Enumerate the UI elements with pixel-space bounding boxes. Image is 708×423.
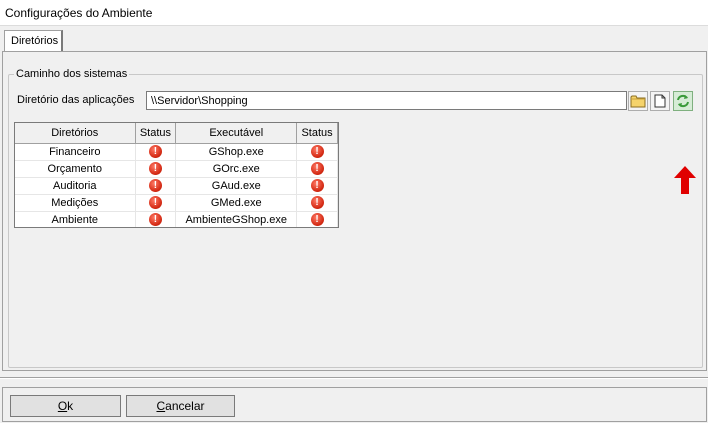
tab-panel-diretorios: Caminho dos sistemas Diretório das aplic… [2,51,707,371]
cell-executavel: GAud.exe [175,177,298,195]
systems-grid[interactable]: Diretórios Status Executável Status Fina… [14,122,339,228]
ok-mnemonic: O [57,399,68,413]
tab-strip: Diretórios [0,27,708,52]
title-bar: Configurações do Ambiente [0,2,708,26]
browse-folder-button[interactable] [628,91,648,111]
column-header-status[interactable]: Status [135,123,177,144]
error-icon: ! [148,213,162,226]
error-icon: ! [310,213,324,226]
cell-executavel: GMed.exe [175,194,298,212]
column-header-executavel[interactable]: Executável [175,123,298,144]
cell-executavel: AmbienteGShop.exe [175,211,298,227]
ok-button[interactable]: Ok [10,395,121,417]
error-icon: ! [310,179,324,192]
cancel-label-rest: ancelar [165,399,205,413]
refresh-icon [677,94,689,108]
cell-diretorio: Financeiro [15,143,136,161]
table-row[interactable]: Medições ! GMed.exe ! [15,194,338,212]
arrow-up-icon [674,166,696,194]
cell-diretorio: Ambiente [15,211,136,227]
window-title: Configurações do Ambiente [5,6,153,20]
table-header-row: Diretórios Status Executável Status [15,123,338,144]
dir-label: Diretório das aplicações [17,94,135,106]
error-icon: ! [310,145,324,158]
column-header-diretorios[interactable]: Diretórios [15,123,136,144]
cell-executavel: GShop.exe [175,143,298,161]
cell-diretorio: Auditoria [15,177,136,195]
error-icon: ! [310,196,324,209]
table-row[interactable]: Auditoria ! GAud.exe ! [15,177,338,195]
table-row[interactable]: Financeiro ! GShop.exe ! [15,143,338,161]
error-icon: ! [148,162,162,175]
dir-input[interactable] [146,91,627,110]
bottom-separator-highlight [0,378,708,379]
refresh-button[interactable] [673,91,693,111]
ok-label-rest: k [67,399,74,413]
error-icon: ! [148,196,162,209]
folder-icon [630,95,646,108]
groupbox-label: Caminho dos sistemas [14,68,130,80]
error-icon: ! [310,162,324,175]
error-icon: ! [148,179,162,192]
cancel-mnemonic: C [156,399,166,413]
error-icon: ! [148,145,162,158]
cell-executavel: GOrc.exe [175,160,298,178]
new-file-button[interactable] [650,91,670,111]
cell-diretorio: Orçamento [15,160,136,178]
table-row[interactable]: Orçamento ! GOrc.exe ! [15,160,338,178]
cancel-button[interactable]: Cancelar [126,395,235,417]
file-icon [654,94,666,108]
table-row[interactable]: Ambiente ! AmbienteGShop.exe ! [15,211,338,227]
cell-diretorio: Medições [15,194,136,212]
column-header-status-2[interactable]: Status [296,123,338,144]
tab-diretorios[interactable]: Diretórios [4,30,63,52]
